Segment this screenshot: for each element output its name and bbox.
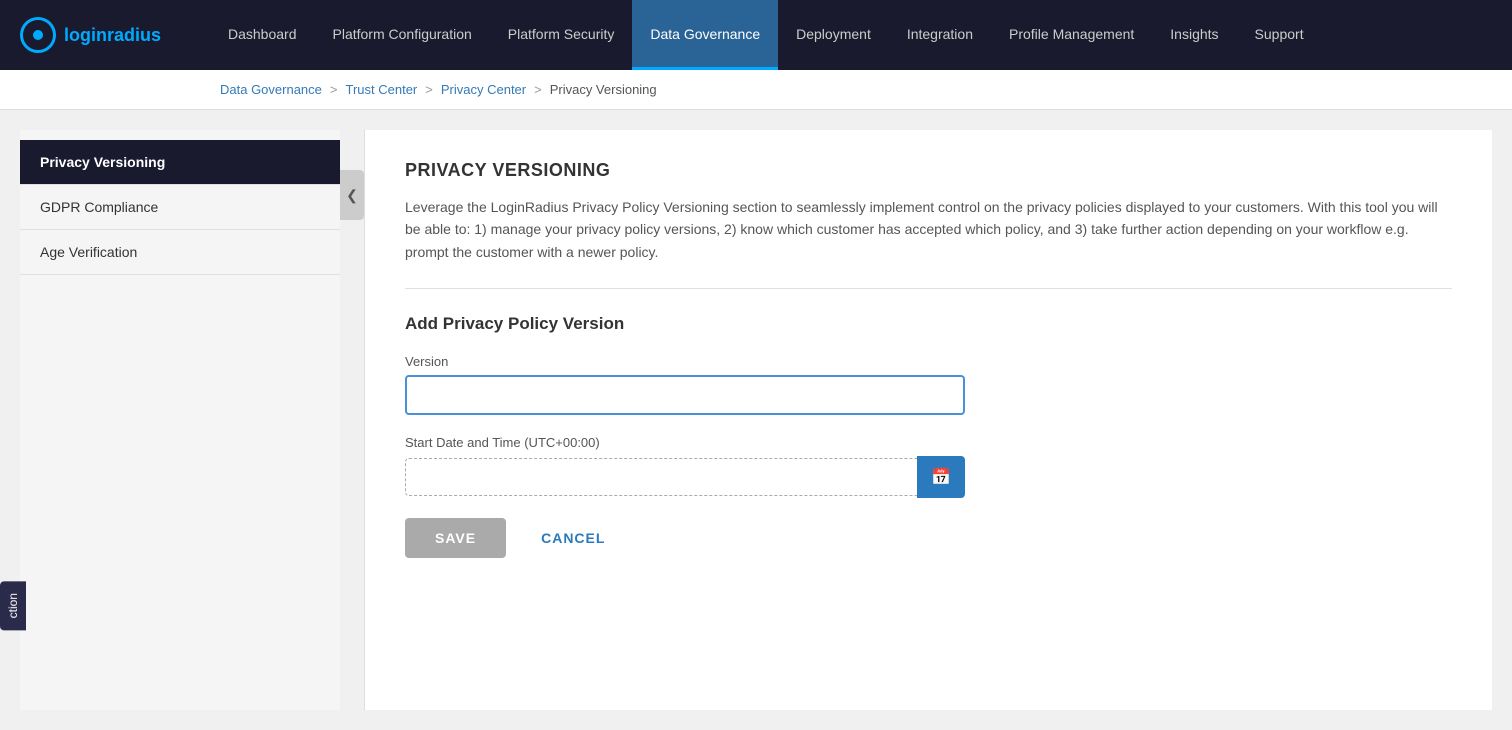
date-label: Start Date and Time (UTC+00:00) (405, 435, 1452, 450)
nav-item-support[interactable]: Support (1237, 0, 1322, 70)
calendar-icon: 📅 (931, 467, 951, 487)
breadcrumb-sep-1: > (330, 82, 338, 97)
date-form-group: Start Date and Time (UTC+00:00) 📅 (405, 435, 1452, 498)
sidebar-item-age-verification[interactable]: Age Verification (20, 230, 340, 275)
version-form-group: Version (405, 354, 1452, 415)
nav-item-profile-management[interactable]: Profile Management (991, 0, 1152, 70)
cancel-button[interactable]: CANCEL (521, 518, 625, 558)
nav-item-integration[interactable]: Integration (889, 0, 991, 70)
sidebar-toggle-button[interactable]: ❮ (340, 170, 364, 220)
nav-items: Dashboard Platform Configuration Platfor… (210, 0, 1492, 70)
breadcrumb-data-governance[interactable]: Data Governance (220, 82, 322, 97)
form-title: Add Privacy Policy Version (405, 314, 1452, 334)
nav-item-platform-security[interactable]: Platform Security (490, 0, 633, 70)
breadcrumb-sep-2: > (425, 82, 433, 97)
sidebar-item-privacy-versioning[interactable]: Privacy Versioning (20, 140, 340, 185)
feedback-tab[interactable]: ction (0, 581, 26, 630)
breadcrumb-current: Privacy Versioning (550, 82, 657, 97)
breadcrumb-trust-center[interactable]: Trust Center (346, 82, 418, 97)
nav-item-insights[interactable]: Insights (1152, 0, 1236, 70)
nav-item-dashboard[interactable]: Dashboard (210, 0, 315, 70)
date-input[interactable] (405, 458, 917, 496)
sidebar: Privacy Versioning GDPR Compliance Age V… (20, 130, 340, 710)
calendar-button[interactable]: 📅 (917, 456, 965, 498)
save-button[interactable]: SAVE (405, 518, 506, 558)
date-input-wrapper: 📅 (405, 456, 965, 498)
nav-item-platform-config[interactable]: Platform Configuration (315, 0, 490, 70)
nav-item-deployment[interactable]: Deployment (778, 0, 889, 70)
version-input[interactable] (405, 375, 965, 415)
logo[interactable]: loginradius (20, 17, 180, 53)
logo-text: loginradius (64, 25, 161, 46)
section-description: Leverage the LoginRadius Privacy Policy … (405, 196, 1452, 289)
section-title: PRIVACY VERSIONING (405, 160, 1452, 181)
breadcrumb: Data Governance > Trust Center > Privacy… (0, 70, 1512, 110)
version-label: Version (405, 354, 1452, 369)
breadcrumb-sep-3: > (534, 82, 542, 97)
breadcrumb-privacy-center[interactable]: Privacy Center (441, 82, 526, 97)
main-layout: Privacy Versioning GDPR Compliance Age V… (0, 110, 1512, 730)
content-area: PRIVACY VERSIONING Leverage the LoginRad… (364, 130, 1492, 710)
logo-icon (20, 17, 56, 53)
form-actions: SAVE CANCEL (405, 518, 1452, 558)
nav-item-data-governance[interactable]: Data Governance (632, 0, 778, 70)
top-navigation: loginradius Dashboard Platform Configura… (0, 0, 1512, 70)
sidebar-item-gdpr-compliance[interactable]: GDPR Compliance (20, 185, 340, 230)
